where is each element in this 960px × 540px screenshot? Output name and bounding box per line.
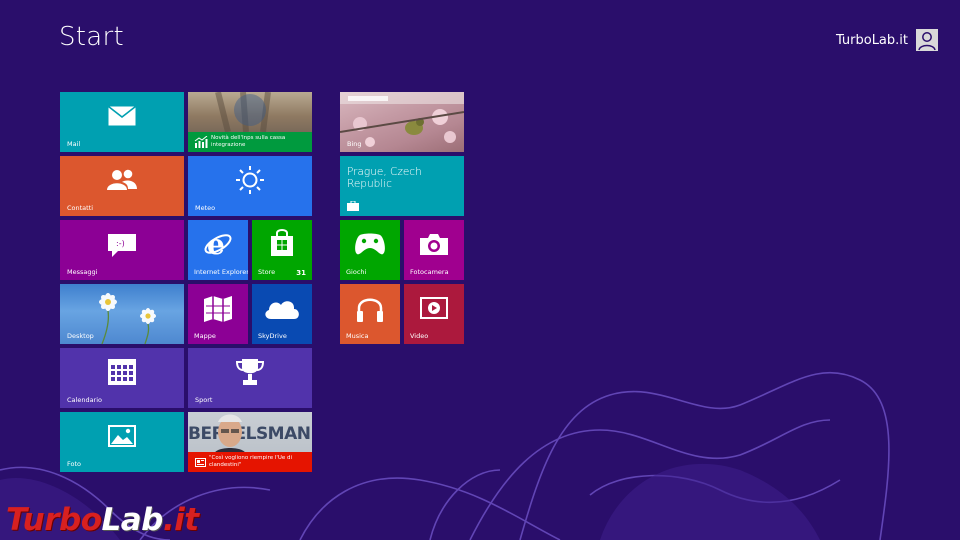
store-bag-icon bbox=[270, 229, 294, 257]
chat-bubble-icon: :-) bbox=[108, 234, 136, 258]
tile-label: Mail bbox=[67, 140, 80, 148]
news-headline: "Così vogliono riempire l'Ue di clandest… bbox=[209, 455, 305, 469]
news-icon bbox=[195, 458, 206, 467]
tile-photos[interactable]: Foto bbox=[60, 412, 184, 472]
tile-video[interactable]: Video bbox=[404, 284, 464, 344]
start-title: Start bbox=[59, 22, 124, 52]
tile-sport[interactable]: Sport bbox=[188, 348, 312, 408]
tile-label: Bing bbox=[347, 140, 362, 148]
news-photo bbox=[210, 412, 250, 454]
watermark-part: Lab bbox=[102, 502, 163, 538]
headphones-icon bbox=[356, 294, 384, 324]
user-account[interactable]: TurboLab.it bbox=[836, 29, 938, 51]
tile-mail[interactable]: Mail bbox=[60, 92, 184, 152]
news-headline: Novità dell'Inps sulla cassa integrazion… bbox=[211, 135, 301, 149]
svg-text::-): :-) bbox=[116, 239, 125, 248]
tile-weather[interactable]: Meteo bbox=[188, 156, 312, 216]
calendar-icon bbox=[108, 359, 136, 385]
tile-label: Contatti bbox=[67, 204, 93, 212]
news-strip: "Così vogliono riempire l'Ue di clandest… bbox=[188, 452, 312, 472]
tile-label: Calendario bbox=[67, 396, 102, 404]
tile-label: Mappe bbox=[194, 332, 216, 340]
tile-label: Musica bbox=[346, 332, 368, 340]
tile-news-inps[interactable]: Novità dell'Inps sulla cassa integrazion… bbox=[188, 92, 312, 152]
tile-calendar[interactable]: Calendario bbox=[60, 348, 184, 408]
tile-label: Desktop bbox=[67, 332, 94, 340]
tile-travel[interactable]: Prague, Czech Republic bbox=[340, 156, 464, 216]
finance-chart-icon bbox=[194, 136, 208, 148]
tile-label: Internet Explorer bbox=[194, 268, 248, 276]
tile-news[interactable]: BERTELSMAN "Così vogliono riempire l'Ue … bbox=[188, 412, 312, 472]
play-icon bbox=[420, 297, 448, 319]
tile-contacts[interactable]: Contatti bbox=[60, 156, 184, 216]
store-update-count: 31 bbox=[296, 269, 306, 277]
tile-internet-explorer[interactable]: e Internet Explorer bbox=[188, 220, 248, 280]
tile-games[interactable]: Giochi bbox=[340, 220, 400, 280]
people-icon bbox=[106, 168, 138, 192]
tile-store[interactable]: Store 31 bbox=[252, 220, 312, 280]
turbolab-watermark: TurboLab.it bbox=[6, 502, 199, 538]
tile-bing[interactable]: Bing bbox=[340, 92, 464, 152]
travel-destination: Prague, Czech Republic bbox=[347, 166, 427, 190]
tile-skydrive[interactable]: SkyDrive bbox=[252, 284, 312, 344]
tile-label: Video bbox=[410, 332, 428, 340]
tile-maps[interactable]: Mappe bbox=[188, 284, 248, 344]
watermark-part: Turbo bbox=[6, 502, 102, 538]
trophy-icon bbox=[236, 358, 264, 388]
news-strip: Novità dell'Inps sulla cassa integrazion… bbox=[188, 132, 312, 152]
map-icon bbox=[203, 296, 233, 322]
tile-label: Messaggi bbox=[67, 268, 97, 276]
user-name: TurboLab.it bbox=[836, 33, 908, 48]
user-avatar-icon bbox=[916, 29, 938, 51]
tile-label: Meteo bbox=[195, 204, 215, 212]
photo-icon bbox=[108, 425, 136, 447]
tile-music[interactable]: Musica bbox=[340, 284, 400, 344]
camera-icon bbox=[419, 232, 449, 256]
tile-label: SkyDrive bbox=[258, 332, 287, 340]
tile-label: Foto bbox=[67, 460, 81, 468]
cloud-icon bbox=[263, 298, 301, 320]
tile-messaging[interactable]: :-) Messaggi bbox=[60, 220, 184, 280]
tile-camera[interactable]: Fotocamera bbox=[404, 220, 464, 280]
news-photo bbox=[188, 92, 312, 132]
watermark-part: .it bbox=[163, 502, 199, 538]
tile-label: Store bbox=[258, 268, 275, 276]
mail-icon bbox=[108, 106, 136, 126]
tile-desktop[interactable]: Desktop bbox=[60, 284, 184, 344]
tile-label: Sport bbox=[195, 396, 212, 404]
internet-explorer-icon: e bbox=[203, 229, 233, 259]
tile-label: Fotocamera bbox=[410, 268, 449, 276]
suitcase-icon bbox=[347, 201, 359, 211]
sun-icon bbox=[235, 165, 265, 195]
gamepad-icon bbox=[354, 233, 386, 255]
tile-label: Giochi bbox=[346, 268, 366, 276]
